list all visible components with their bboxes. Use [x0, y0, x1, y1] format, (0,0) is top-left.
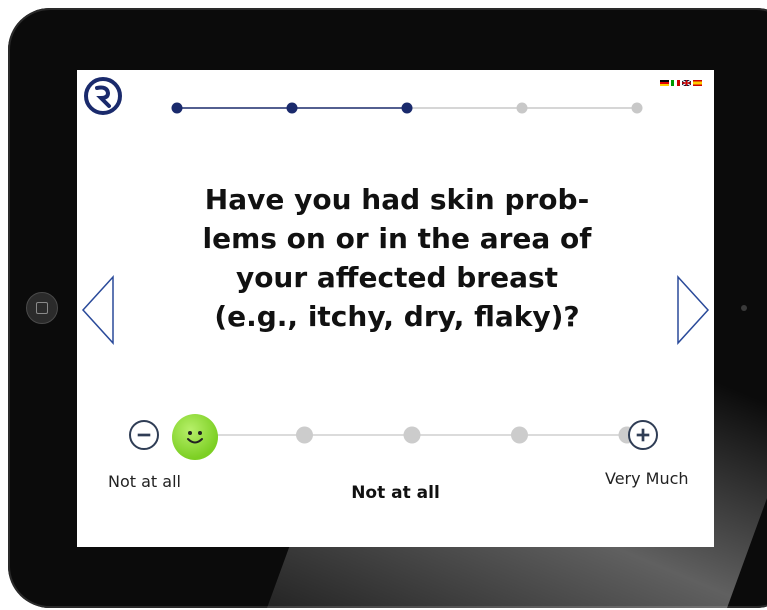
- progress-step-dot: [631, 102, 643, 114]
- progress-step-dot: [171, 102, 183, 114]
- chevron-right-icon: [677, 275, 710, 345]
- selected-answer-label: Not at all: [351, 483, 440, 503]
- scale-step-dot: [511, 426, 528, 444]
- progress-step-dot: [516, 102, 528, 114]
- flag-de-icon[interactable]: [660, 80, 669, 86]
- prev-question-button[interactable]: [79, 275, 117, 345]
- flag-it-icon[interactable]: [671, 80, 680, 86]
- progress-track: [171, 102, 643, 114]
- scale-step-dot: [403, 426, 421, 444]
- plus-icon: [636, 428, 650, 442]
- app-screen: Have you had skin prob- lems on or in th…: [77, 70, 714, 547]
- increase-button[interactable]: [628, 420, 658, 450]
- question-line: your affected breast: [235, 261, 559, 294]
- progress-step-dot: [401, 102, 413, 114]
- camera-icon: [741, 305, 747, 311]
- question-line: Have you had skin prob-: [204, 183, 590, 216]
- scale-step-dot: [296, 426, 313, 444]
- question-line: (e.g., itchy, dry, flaky)?: [214, 300, 580, 333]
- progress-indicator: [171, 98, 643, 118]
- flag-uk-icon[interactable]: [682, 80, 691, 86]
- smiley-face-icon: [187, 431, 203, 444]
- progress-step-dot: [286, 102, 298, 114]
- chevron-left-icon: [81, 275, 114, 345]
- minus-icon: [137, 433, 151, 437]
- flag-es-icon[interactable]: [693, 80, 702, 86]
- decrease-button[interactable]: [129, 420, 159, 450]
- home-button[interactable]: [26, 292, 58, 324]
- question-line: lems on or in the area of: [202, 222, 592, 255]
- selected-answer-handle[interactable]: [172, 414, 218, 460]
- language-selector: [660, 80, 702, 86]
- question-text: Have you had skin prob- lems on or in th…: [167, 180, 627, 336]
- app-logo-icon: [84, 77, 122, 115]
- next-question-button[interactable]: [674, 275, 712, 345]
